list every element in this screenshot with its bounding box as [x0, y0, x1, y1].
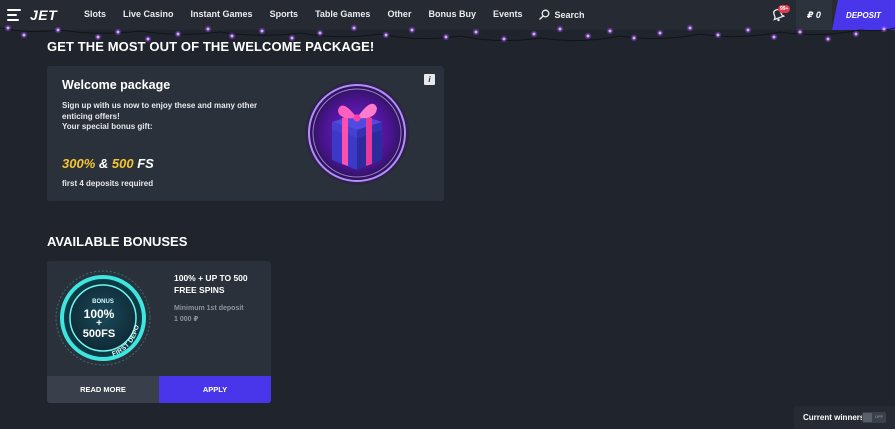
garland-bulb-glow: [824, 35, 832, 43]
read-more-button[interactable]: READ MORE: [47, 376, 159, 403]
welcome-offer: 300% & 500 FS: [62, 156, 154, 171]
main-nav: Slots Live Casino Instant Games Sports T…: [84, 9, 602, 20]
garland-bulb: [176, 32, 180, 36]
top-header: JET Slots Live Casino Instant Games Spor…: [0, 0, 895, 30]
garland-bulb: [854, 32, 858, 36]
bonus-min-amount: 1 000 ₽: [174, 316, 199, 323]
garland-bulb-glow: [20, 31, 28, 39]
welcome-card-title: Welcome package: [62, 78, 171, 92]
garland-bulb: [532, 32, 536, 36]
nav-events[interactable]: Events: [493, 9, 523, 20]
nav-table-games[interactable]: Table Games: [315, 9, 370, 20]
bonus-min-label: Minimum 1st deposit: [174, 305, 244, 312]
menu-icon[interactable]: [7, 9, 21, 21]
garland-bulb-glow: [852, 30, 860, 38]
offer-fs-value: 500: [111, 156, 134, 171]
garland-bulb: [586, 34, 590, 38]
gift-label: Your special bonus gift:: [62, 122, 153, 131]
nav-sports[interactable]: Sports: [270, 9, 299, 20]
garland-bulb-glow: [630, 34, 638, 42]
garland-bulb-glow: [714, 31, 722, 39]
garland-bulb-glow: [500, 35, 508, 43]
garland-bulb: [632, 36, 636, 40]
toggle-knob: [863, 413, 872, 422]
toggle-label: OFF: [875, 414, 883, 419]
garland-bulb: [716, 33, 720, 37]
garland-bulb: [318, 31, 322, 35]
search-button[interactable]: Search: [539, 9, 585, 20]
available-bonuses-heading: AVAILABLE BONUSES: [47, 234, 188, 249]
welcome-heading: GET THE MOST OUT OF THE WELCOME PACKAGE!: [47, 39, 375, 54]
offer-percent: 300%: [62, 156, 96, 171]
garland-bulb-glow: [770, 33, 778, 41]
offer-fs-unit: FS: [137, 156, 154, 171]
winners-toggle[interactable]: OFF: [862, 412, 886, 423]
notification-badge: 99+: [778, 5, 791, 13]
garland-bulb: [474, 30, 478, 34]
garland-bulb: [384, 33, 388, 37]
badge-line2: 500FS: [83, 328, 115, 340]
garland-bulb-glow: [316, 29, 324, 37]
nav-live-casino[interactable]: Live Casino: [123, 9, 174, 20]
garland-bulb-glow: [530, 30, 538, 38]
garland-bulb: [444, 35, 448, 39]
first-deposit-badge-icon: BONUS 100% + 500FS FIRST DEPOSIT: [53, 268, 151, 366]
search-icon: [539, 9, 550, 20]
bonus-title: 100% + UP TO 500 FREE SPINS: [174, 273, 248, 295]
garland-bulb: [658, 31, 662, 35]
garland-bulb: [116, 30, 120, 34]
garland-bulb-glow: [174, 30, 182, 38]
current-winners-label: Current winners: [803, 413, 865, 422]
search-label: Search: [554, 9, 585, 20]
welcome-description: Sign up with us now to enjoy these and m…: [62, 101, 258, 121]
nav-bonus-buy[interactable]: Bonus Buy: [428, 9, 476, 20]
deposit-button[interactable]: DEPOSIT: [832, 0, 895, 30]
nav-instant-games[interactable]: Instant Games: [191, 9, 253, 20]
garland-bulb: [502, 37, 506, 41]
welcome-card: Welcome package Sign up with us now to e…: [47, 66, 444, 201]
garland-bulb: [798, 30, 802, 34]
garland-bulb-glow: [442, 33, 450, 41]
garland-bulb-glow: [382, 31, 390, 39]
bonus-card: BONUS 100% + 500FS FIRST DEPOSIT 100% + …: [47, 261, 271, 403]
garland-bulb: [22, 33, 26, 37]
apply-button[interactable]: APPLY: [159, 376, 271, 403]
garland-bulb: [826, 37, 830, 41]
badge-bonus-text: BONUS: [92, 299, 114, 305]
balance-display[interactable]: ₽ 0: [796, 0, 832, 30]
nav-slots[interactable]: Slots: [84, 9, 106, 20]
logo[interactable]: JET: [30, 7, 57, 23]
gift-icon: [305, 81, 409, 185]
info-icon[interactable]: i: [424, 74, 435, 85]
garland-bulb-glow: [584, 32, 592, 40]
garland-bulb-glow: [656, 29, 664, 37]
nav-other[interactable]: Other: [387, 9, 411, 20]
offer-amp: &: [98, 156, 109, 171]
garland-bulb: [230, 34, 234, 38]
garland-bulb: [772, 35, 776, 39]
deposit-requirement: first 4 deposits required: [62, 179, 154, 188]
